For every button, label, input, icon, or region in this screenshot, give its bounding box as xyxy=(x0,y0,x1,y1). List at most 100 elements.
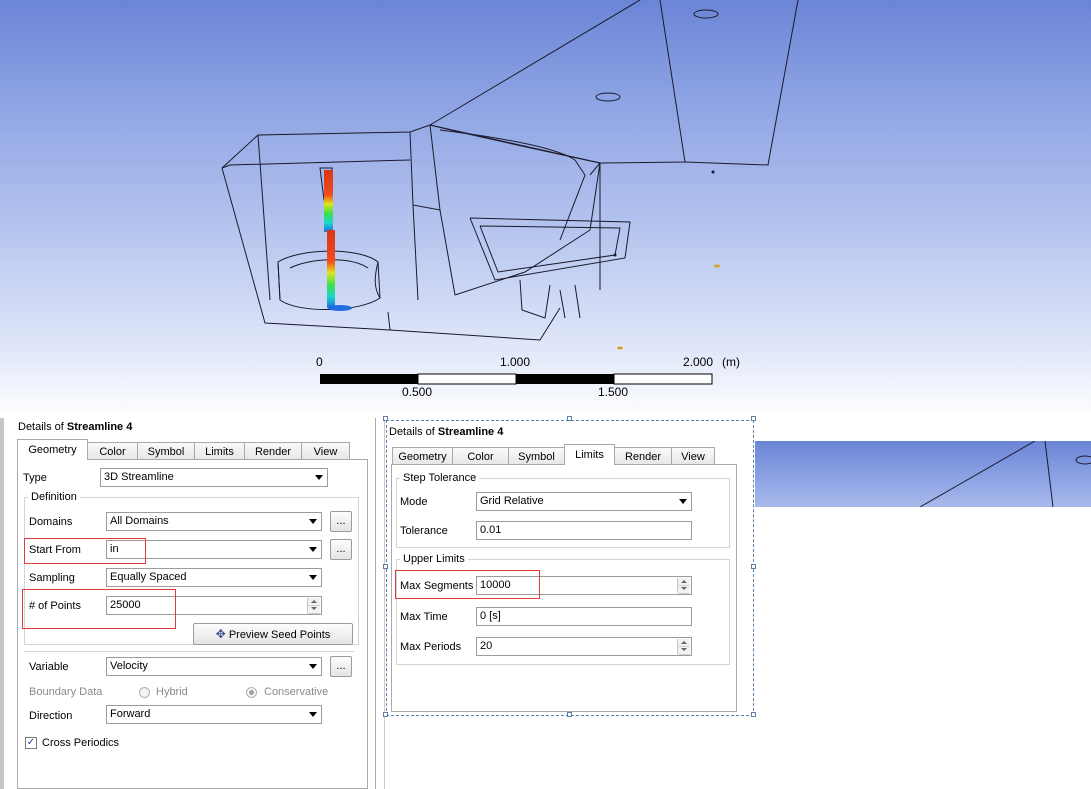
tab-render[interactable]: Render xyxy=(614,447,672,465)
right-panel-title: Details of Streamline 4 xyxy=(389,426,503,438)
scale-label-1000: 1.000 xyxy=(500,355,531,369)
direction-select-value: Forward xyxy=(110,708,151,720)
scale-bar-segment xyxy=(320,374,418,384)
tab-color[interactable]: Color xyxy=(87,442,138,460)
spin-up-icon[interactable] xyxy=(308,598,320,606)
cross-periodics-checkbox[interactable]: ✓ xyxy=(25,737,37,749)
max-periods-value: 20 xyxy=(480,640,493,652)
boundary-hybrid-label: Hybrid xyxy=(156,686,188,698)
scale-label-0: 0 xyxy=(316,355,323,369)
boundary-data-label: Boundary Data xyxy=(29,686,103,698)
tab-view[interactable]: View xyxy=(301,442,350,460)
scale-bar-segment xyxy=(417,373,517,385)
definition-group-label: Definition xyxy=(28,491,80,503)
geometry-wireframe xyxy=(221,0,799,385)
preview-seed-points-button[interactable]: ✥ Preview Seed Points xyxy=(193,623,353,645)
type-select[interactable]: 3D Streamline xyxy=(100,468,328,487)
resize-handle[interactable] xyxy=(751,416,756,421)
mode-select-value: Grid Relative xyxy=(480,495,544,507)
resize-handle[interactable] xyxy=(751,564,756,569)
chevron-down-icon xyxy=(309,547,317,552)
variable-select-value: Velocity xyxy=(110,660,148,672)
streamline-lower xyxy=(327,230,335,308)
variable-label: Variable xyxy=(29,661,69,673)
type-select-value: 3D Streamline xyxy=(104,471,174,483)
panel-title-prefix: Details of xyxy=(389,426,435,438)
tab-limits[interactable]: Limits xyxy=(194,442,245,460)
resize-handle[interactable] xyxy=(751,712,756,717)
tab-limits[interactable]: Limits xyxy=(564,444,615,465)
divider xyxy=(24,651,354,652)
spin-up-icon[interactable] xyxy=(678,639,690,647)
mode-select[interactable]: Grid Relative xyxy=(476,492,692,511)
panel-splitter[interactable] xyxy=(375,418,376,789)
upper-limits-label: Upper Limits xyxy=(400,553,468,565)
variable-select[interactable]: Velocity xyxy=(106,657,322,676)
highlight-max-segments xyxy=(395,570,540,599)
scale-label-2000: 2.000 xyxy=(683,355,714,369)
chevron-down-icon xyxy=(309,664,317,669)
spin-down-icon[interactable] xyxy=(678,586,690,594)
highlight-start-from xyxy=(24,538,146,564)
boundary-conservative-radio[interactable] xyxy=(246,687,257,698)
variable-ellipsis-button[interactable]: ... xyxy=(330,656,352,677)
tab-color[interactable]: Color xyxy=(452,447,509,465)
scale-unit: (m) xyxy=(722,355,740,369)
start-from-ellipsis-button[interactable]: ... xyxy=(330,539,352,560)
tab-symbol[interactable]: Symbol xyxy=(137,442,195,460)
max-periods-label: Max Periods xyxy=(400,641,462,653)
seed-points-icon: ✥ xyxy=(215,627,226,641)
streamline-upper xyxy=(324,170,333,232)
window-edge xyxy=(0,418,4,789)
resize-handle[interactable] xyxy=(383,712,388,717)
spin-buttons[interactable] xyxy=(677,639,690,655)
tab-geometry[interactable]: Geometry xyxy=(392,447,453,465)
resize-handle[interactable] xyxy=(383,416,388,421)
mode-label: Mode xyxy=(400,496,428,508)
scale-label-1500: 1.500 xyxy=(598,385,629,399)
step-tolerance-label: Step Tolerance xyxy=(400,472,480,484)
chevron-down-icon xyxy=(679,499,687,504)
panel-title-prefix: Details of xyxy=(18,421,64,433)
resize-handle[interactable] xyxy=(567,416,572,421)
spin-buttons[interactable] xyxy=(677,578,690,594)
spin-up-icon[interactable] xyxy=(678,578,690,586)
max-periods-input[interactable]: 20 xyxy=(476,637,692,656)
geometry-wireframe xyxy=(919,441,1091,507)
scale-bar-segment xyxy=(516,374,614,384)
tab-geometry[interactable]: Geometry xyxy=(17,439,88,460)
sampling-select-value: Equally Spaced xyxy=(110,571,187,583)
chevron-down-icon xyxy=(309,519,317,524)
boundary-hybrid-radio[interactable] xyxy=(139,687,150,698)
resize-handle[interactable] xyxy=(567,712,572,717)
spin-down-icon[interactable] xyxy=(678,647,690,655)
spin-down-icon[interactable] xyxy=(308,606,320,614)
max-time-label: Max Time xyxy=(400,611,448,623)
panel-title-name: Streamline 4 xyxy=(66,421,133,433)
direction-select[interactable]: Forward xyxy=(106,705,322,724)
tab-view[interactable]: View xyxy=(671,447,715,465)
max-time-input[interactable]: 0 [s] xyxy=(476,607,692,626)
chevron-down-icon xyxy=(309,712,317,717)
direction-label: Direction xyxy=(29,710,73,722)
domains-select[interactable]: All Domains xyxy=(106,512,322,531)
tolerance-label: Tolerance xyxy=(400,525,448,537)
domains-ellipsis-button[interactable]: ... xyxy=(330,511,352,532)
tab-symbol[interactable]: Symbol xyxy=(508,447,565,465)
3d-viewport-secondary[interactable] xyxy=(755,441,1091,507)
tab-render[interactable]: Render xyxy=(244,442,302,460)
scale-label-0500: 0.500 xyxy=(402,385,433,399)
tolerance-input[interactable]: 0.01 xyxy=(476,521,692,540)
chevron-down-icon xyxy=(315,475,323,480)
sampling-select[interactable]: Equally Spaced xyxy=(106,568,322,587)
chevron-down-icon xyxy=(309,575,317,580)
panel-title-name: Streamline 4 xyxy=(437,426,504,438)
sampling-label: Sampling xyxy=(29,572,75,584)
boundary-conservative-label: Conservative xyxy=(264,686,329,698)
scale-bar-segment xyxy=(613,373,713,385)
resize-handle[interactable] xyxy=(383,564,388,569)
3d-viewport[interactable]: 0 1.000 2.000 (m) 0.500 1.500 xyxy=(0,0,1091,418)
left-panel-title: Details of Streamline 4 xyxy=(18,421,132,433)
spin-buttons[interactable] xyxy=(307,598,320,614)
highlight-points xyxy=(22,589,176,629)
